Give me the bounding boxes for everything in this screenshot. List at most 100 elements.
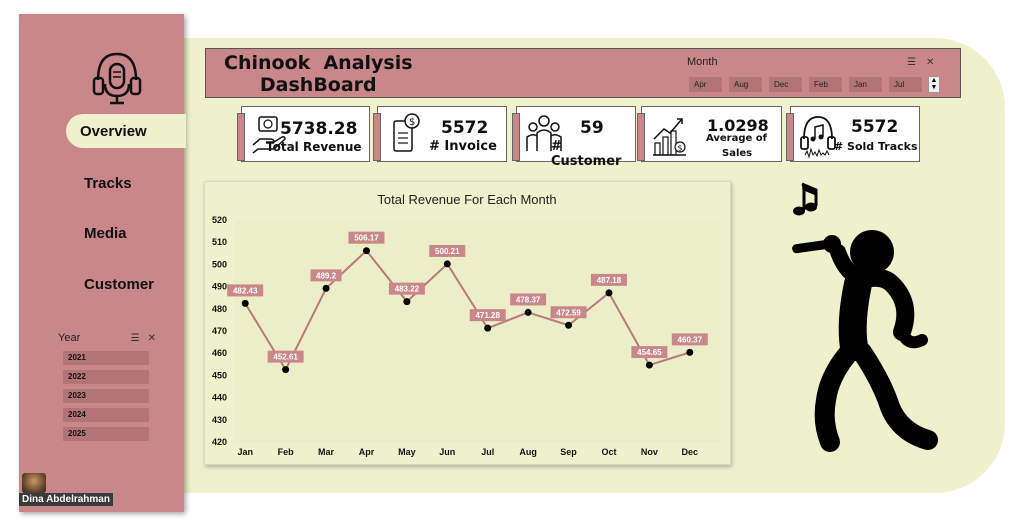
- card-tab: [512, 113, 520, 161]
- kpi-value: 5572: [441, 118, 489, 138]
- y-tick-label: 490: [212, 282, 227, 292]
- singer-silhouette-icon: [792, 230, 938, 452]
- kpi-label: # Customer: [551, 139, 622, 169]
- header-bar: Chinook Analysis DashBoard Month ☰ ✕ Apr…: [205, 48, 961, 98]
- multi-select-icon[interactable]: ☰: [907, 57, 916, 68]
- data-point: [565, 321, 573, 329]
- kpi-card-total-revenue: 5738.28 Total Revenue: [237, 106, 370, 162]
- author-badge: Dina Abdelrahman: [19, 471, 114, 507]
- nav-media[interactable]: Media: [70, 216, 180, 250]
- data-point: [362, 247, 370, 255]
- kpi-label: Total Revenue: [266, 140, 362, 154]
- clear-filter-icon[interactable]: ✕: [148, 333, 156, 344]
- growth-chart-icon: $: [653, 118, 686, 156]
- year-item-2021[interactable]: 2021: [63, 351, 149, 365]
- music-note-icon: [793, 182, 818, 216]
- y-tick-label: 470: [212, 326, 227, 336]
- month-slicer-title: Month: [687, 56, 718, 68]
- month-item-feb[interactable]: Feb: [809, 77, 842, 92]
- month-item-dec[interactable]: Dec: [769, 77, 802, 92]
- kpi-label: # Invoice: [429, 139, 497, 154]
- y-tick-label: 440: [212, 393, 227, 403]
- data-label: 460.37: [678, 335, 703, 344]
- data-label: 489.2: [316, 271, 337, 280]
- kpi-label-line2: Sales: [722, 148, 753, 159]
- data-point: [605, 289, 613, 297]
- month-item-jan[interactable]: Jan: [849, 77, 882, 92]
- data-label: 454.65: [637, 348, 662, 357]
- kpi-card-average-sales: $ 1.0298 Average of Sales: [637, 106, 782, 162]
- y-tick-label: 420: [212, 437, 227, 447]
- x-tick-label: Aug: [519, 447, 537, 457]
- data-label: 500.21: [435, 247, 460, 256]
- x-tick-label: Sep: [560, 447, 577, 457]
- revenue-chart: Total Revenue For Each Month 520 510 500 49…: [204, 181, 731, 465]
- line-chart: Total Revenue For Each Month 520 510 500 49…: [212, 192, 720, 457]
- x-tick-label: May: [398, 447, 416, 457]
- data-point: [484, 324, 492, 332]
- year-item-2022[interactable]: 2022: [63, 370, 149, 384]
- nav-overview[interactable]: Overview: [66, 114, 186, 148]
- data-point: [524, 308, 532, 316]
- plot-area: [235, 220, 720, 442]
- kpi-label: # Sold Tracks: [834, 140, 918, 153]
- data-label: 478.37: [516, 295, 541, 304]
- year-item-2024[interactable]: 2024: [63, 408, 149, 422]
- kpi-value: 59: [580, 118, 604, 138]
- year-slicer: Year ☰ ✕ 2021 2022 2023 2024 2025: [58, 330, 156, 450]
- kpi-label-line1: Average of: [706, 133, 768, 144]
- kpi-card-sold-tracks: 5572 # Sold Tracks: [786, 106, 920, 162]
- year-item-2023[interactable]: 2023: [63, 389, 149, 403]
- title-line-2: DashBoard: [259, 74, 377, 96]
- data-label: 452.61: [273, 353, 298, 362]
- svg-text:$: $: [409, 117, 415, 128]
- year-slicer-title: Year: [58, 332, 81, 344]
- x-tick-label: Jan: [237, 447, 253, 457]
- y-tick-label: 450: [212, 370, 227, 380]
- data-label: 483.22: [395, 285, 420, 294]
- x-tick-label: Nov: [641, 447, 658, 457]
- month-slicer: Month ☰ ✕ Apr Aug Dec Feb Jan Jul ▲ ▼: [687, 54, 957, 96]
- y-tick-label: 510: [212, 237, 227, 247]
- author-name: Dina Abdelrahman: [19, 493, 113, 506]
- title-line-1: Chinook Analysis: [224, 52, 413, 74]
- data-point: [443, 260, 451, 268]
- clear-filter-icon[interactable]: ✕: [926, 57, 934, 68]
- x-tick-label: Jul: [481, 447, 494, 457]
- svg-text:$: $: [678, 144, 683, 153]
- x-tick-label: Mar: [318, 447, 335, 457]
- card-tab: [237, 113, 245, 161]
- avatar: [22, 473, 46, 493]
- x-tick-label: Apr: [359, 447, 375, 457]
- data-point: [282, 366, 290, 374]
- invoice-icon: $: [393, 113, 420, 152]
- month-item-jul[interactable]: Jul: [889, 77, 922, 92]
- multi-select-icon[interactable]: ☰: [131, 333, 140, 344]
- x-tick-label: Feb: [278, 447, 295, 457]
- year-item-2025[interactable]: 2025: [63, 427, 149, 441]
- y-tick-label: 520: [212, 215, 227, 225]
- data-label: 506.17: [354, 234, 379, 243]
- kpi-card-invoice: $ 5572 # Invoice: [373, 106, 507, 162]
- x-tick-label: Jun: [439, 447, 455, 457]
- data-point: [322, 284, 330, 292]
- data-point: [686, 348, 694, 356]
- kpi-value: 5572: [851, 117, 899, 137]
- data-point: [645, 361, 653, 369]
- month-scroll-button[interactable]: ▲ ▼: [928, 76, 940, 93]
- card-tab: [373, 113, 381, 161]
- nav-customer[interactable]: Customer: [70, 267, 180, 301]
- data-point: [241, 299, 249, 307]
- y-tick-label: 460: [212, 348, 227, 358]
- card-tab: [786, 113, 794, 161]
- data-label: 482.43: [233, 286, 258, 295]
- music-headphones-icon: [800, 116, 836, 159]
- month-item-apr[interactable]: Apr: [689, 77, 722, 92]
- x-tick-label: Dec: [682, 447, 699, 457]
- card-tab: [637, 113, 645, 161]
- month-item-aug[interactable]: Aug: [729, 77, 762, 92]
- kpi-value: 5738.28: [280, 119, 358, 139]
- kpi-card-customer: 59 # Customer: [512, 106, 636, 169]
- podcast-headphones-icon: [92, 52, 142, 105]
- nav-tracks[interactable]: Tracks: [70, 166, 180, 200]
